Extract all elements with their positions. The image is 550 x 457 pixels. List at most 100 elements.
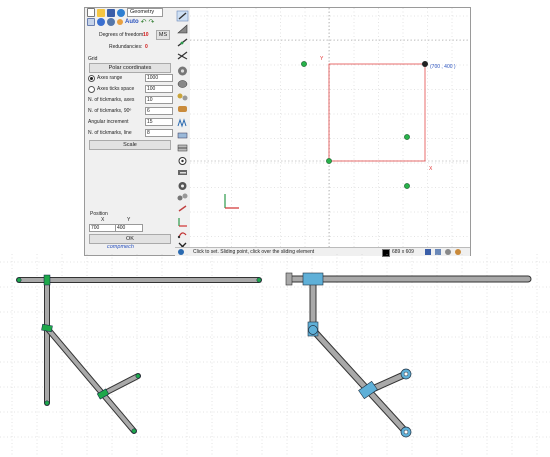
x-axis-label: X	[429, 166, 433, 172]
dual-gear-tool-icon[interactable]	[177, 193, 188, 201]
cam-tool-icon[interactable]	[177, 80, 188, 88]
workspace-select[interactable]: Geometry	[127, 8, 163, 17]
tickmarks-axes-input[interactable]: 10	[145, 96, 173, 104]
tickmarks-line-input[interactable]: 8	[145, 129, 173, 137]
axes-range-label: Axes range	[97, 75, 123, 81]
prismatic-tool-icon[interactable]	[177, 144, 188, 152]
dof-value: 10	[143, 32, 149, 38]
right-slider-top[interactable]	[302, 272, 324, 286]
right-end-cap	[285, 272, 293, 286]
left-joint-bottom[interactable]	[44, 400, 50, 406]
tool-palette	[175, 8, 190, 255]
two-link-tool-icon[interactable]	[177, 38, 188, 47]
tickmarks-90-label: N. of tickmarks, 90º	[88, 108, 132, 114]
selected-point-coordinates: (700 , 400 )	[430, 64, 456, 70]
new-file-icon[interactable]	[87, 8, 95, 17]
wheel-tool-icon[interactable]	[178, 182, 187, 190]
background-grid	[0, 254, 550, 457]
canvas-svg: Y X (700 , 400 )	[190, 8, 470, 247]
angular-increment-label: Angular increment	[88, 119, 129, 125]
ms-button[interactable]: MS	[156, 30, 170, 40]
gear-tool-icon[interactable]	[178, 66, 187, 76]
link-tool-icon[interactable]	[176, 10, 189, 22]
revolute-tool-icon[interactable]	[178, 157, 187, 165]
left-joint-diagonal-end[interactable]	[131, 428, 137, 434]
point-selected[interactable]	[422, 61, 428, 67]
axes-range-input[interactable]: 1000	[145, 74, 173, 82]
axes-range-radio[interactable]	[88, 74, 95, 82]
left-slider-top[interactable]	[43, 274, 51, 286]
logo-text: compmech	[107, 244, 134, 250]
ok-button[interactable]: OK	[89, 234, 171, 244]
tool-palette-icons	[176, 10, 189, 251]
slider-tool-icon[interactable]	[177, 132, 188, 139]
right-revolute-joint-top[interactable]	[308, 325, 318, 335]
open-folder-icon[interactable]	[97, 8, 105, 17]
right-joint-bottom-pin	[403, 429, 409, 435]
axes-tool-icon[interactable]	[178, 218, 187, 227]
multi-link-tool-icon[interactable]	[177, 51, 188, 60]
compmech-logo: compmech	[107, 244, 134, 250]
tickmarks-axes-row: N. of tickmarks, axes 10	[88, 96, 173, 104]
point-lower[interactable]	[404, 183, 410, 189]
axes-range-row: Axes range 1000	[88, 74, 173, 82]
axes-rectangle	[328, 63, 426, 162]
axes-ticks-radio[interactable]	[88, 85, 95, 93]
triangle-tool-icon[interactable]	[177, 24, 188, 34]
angular-increment-input[interactable]: 15	[145, 118, 173, 126]
grid-icon[interactable]	[87, 18, 95, 26]
axes-ticks-label: Axes ticks space	[97, 86, 135, 92]
right-mechanism	[285, 272, 532, 438]
y-label: Y	[127, 217, 131, 223]
point-origin[interactable]	[326, 158, 332, 164]
left-joint-end-left[interactable]	[16, 277, 22, 283]
auto-label[interactable]: Auto	[125, 19, 139, 25]
tickmarks-90-row: N. of tickmarks, 90º 6	[88, 107, 173, 115]
secondary-toolbar: Auto ↶ ↷	[85, 17, 175, 27]
point-top-left[interactable]	[301, 61, 307, 67]
y-axis-label: Y	[320, 56, 324, 62]
scale-button[interactable]: Scale	[89, 140, 171, 150]
axes-ticks-input[interactable]: 100	[145, 85, 173, 93]
pie-chart-icon[interactable]	[97, 18, 105, 26]
pulley-tool-icon[interactable]	[177, 93, 188, 101]
drawing-canvas[interactable]: Y X (700 , 400 )	[190, 8, 470, 247]
auto-icon[interactable]	[117, 19, 123, 25]
redundancies-label: Redundancies:	[109, 44, 143, 50]
angular-increment-row: Angular increment 15	[88, 118, 173, 126]
grid-label: Grid	[88, 56, 98, 62]
polar-coordinates-button[interactable]: Polar coordinates	[89, 63, 171, 73]
save-icon[interactable]	[107, 8, 115, 17]
tickmarks-line-label: N. of tickmarks, line	[88, 130, 132, 136]
undo-icon[interactable]: ↶	[141, 18, 147, 26]
globe-icon[interactable]	[117, 8, 125, 17]
tickmarks-90-input[interactable]: 6	[145, 107, 173, 115]
target-icon[interactable]	[107, 18, 115, 26]
axes-ticks-row: Axes ticks space 100	[88, 85, 173, 93]
properties-panel: Geometry Auto ↶ ↷ Degrees of freedom: 10…	[85, 8, 176, 255]
dof-label: Degrees of freedom:	[99, 32, 145, 38]
left-diagonal-bar[interactable]	[45, 326, 136, 433]
actuator-tool-icon[interactable]	[178, 170, 187, 175]
rotate-tool-icon[interactable]	[177, 232, 187, 239]
belt-tool-icon[interactable]	[178, 106, 187, 112]
point-middle[interactable]	[404, 134, 410, 140]
y-position-input[interactable]: 400	[115, 224, 143, 232]
canvas-grid	[190, 8, 470, 247]
left-side-link[interactable]	[101, 374, 140, 396]
right-joint-side-pin	[403, 371, 409, 377]
main-toolbar: Geometry	[85, 8, 175, 17]
left-joint-end-right[interactable]	[256, 277, 262, 283]
app-window: Geometry Auto ↶ ↷ Degrees of freedom: 10…	[84, 7, 471, 257]
left-slider-middle[interactable]	[41, 323, 53, 333]
left-mechanism	[16, 274, 262, 434]
spring-tool-icon[interactable]	[177, 118, 187, 128]
left-joint-side[interactable]	[135, 373, 141, 379]
position-label: Position	[90, 211, 108, 217]
chain-tool-icon[interactable]	[178, 205, 187, 212]
x-position-input[interactable]: 700	[89, 224, 117, 232]
tickmarks-axes-label: N. of tickmarks, axes	[88, 97, 135, 103]
redo-icon[interactable]: ↷	[149, 18, 155, 26]
tickmarks-line-row: N. of tickmarks, line 8	[88, 129, 173, 137]
x-label: X	[101, 217, 105, 223]
